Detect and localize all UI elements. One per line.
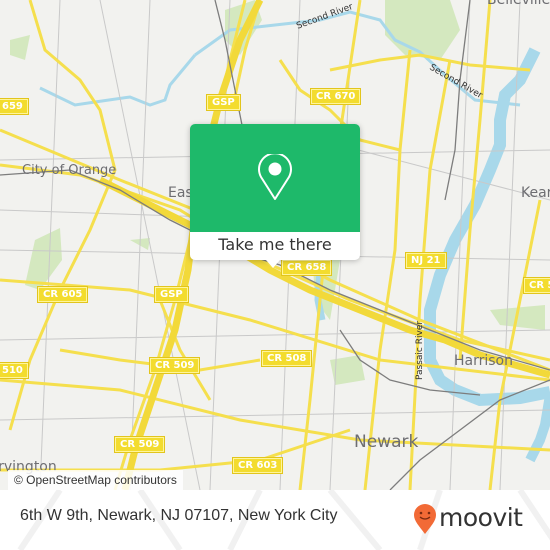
place-label-east-orange: East Orange — [168, 186, 192, 201]
place-label-belleville: Belleville — [487, 0, 550, 8]
road-shield-cr-670: CR 670 — [309, 88, 362, 105]
location-popup: Take me there — [190, 124, 360, 268]
road-shield-gsp-north: GSP — [206, 94, 241, 111]
road-shield-cr-658: CR 658 — [280, 259, 333, 276]
address-text: 6th W 9th, Newark, NJ 07107, New York Ci… — [20, 507, 338, 524]
road-shield-cr-508: CR 508 — [260, 350, 313, 367]
road-shield-cr-5: CR 5 — [522, 277, 550, 294]
footer: 6th W 9th, Newark, NJ 07107, New York Ci… — [0, 490, 550, 550]
water-label-passaic-river: Passaic River — [415, 320, 425, 380]
road-shield-659: 659 — [0, 98, 29, 115]
road-shield-nj-21: NJ 21 — [405, 252, 447, 269]
moovit-smiley-pin-icon — [414, 504, 436, 534]
map-attribution[interactable]: © OpenStreetMap contributors — [8, 470, 183, 490]
place-label-harrison: Harrison — [454, 353, 513, 369]
take-me-there-button[interactable]: Take me there — [190, 232, 360, 260]
road-shield-cr-603: CR 603 — [231, 457, 284, 474]
map[interactable]: Belleville City of Orange East Orange Ke… — [0, 0, 550, 490]
place-label-newark: Newark — [354, 432, 419, 452]
moovit-wordmark: moovit — [439, 503, 523, 532]
road-shield-cr-509-west: CR 509 — [113, 436, 166, 453]
popup-pointer — [266, 260, 280, 268]
road-shield-cr-509-east: CR 509 — [148, 357, 201, 374]
map-pin-icon — [258, 154, 292, 200]
place-label-city-of-orange: City of Orange — [22, 163, 117, 178]
road-shield-gsp-south: GSP — [154, 286, 189, 303]
place-label-kearny: Kearny — [521, 185, 550, 201]
popup-header — [190, 124, 360, 232]
road-shield-cr-605: CR 605 — [36, 286, 89, 303]
road-shield-510: 510 — [0, 362, 29, 379]
